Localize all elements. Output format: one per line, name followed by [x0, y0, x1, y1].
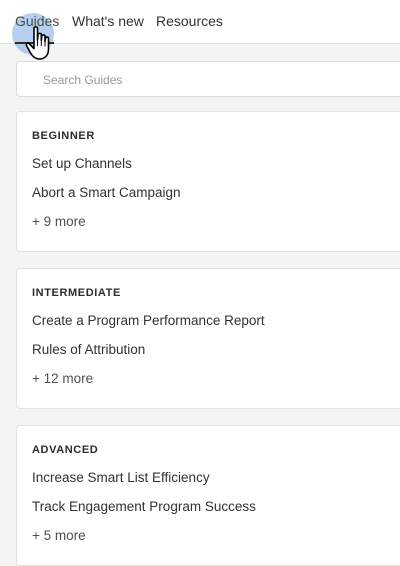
guide-link[interactable]: Set up Channels: [32, 156, 132, 171]
guide-link[interactable]: Increase Smart List Efficiency: [32, 470, 210, 485]
show-more-link[interactable]: + 9 more: [32, 214, 86, 229]
search-box[interactable]: [16, 61, 400, 98]
search-input[interactable]: [41, 62, 385, 98]
section-card-intermediate: INTERMEDIATE Create a Program Performanc…: [16, 268, 400, 409]
guide-link[interactable]: Rules of Attribution: [32, 342, 145, 357]
tab-resources[interactable]: Resources: [156, 13, 223, 29]
section-title: INTERMEDIATE: [32, 287, 121, 299]
section-card-beginner: BEGINNER Set up Channels Abort a Smart C…: [16, 111, 400, 252]
top-nav: Guides What's new Resources: [0, 0, 400, 55]
show-more-link[interactable]: + 5 more: [32, 528, 86, 543]
show-more-link[interactable]: + 12 more: [32, 371, 93, 386]
section-title: ADVANCED: [32, 444, 99, 456]
guide-link[interactable]: Abort a Smart Campaign: [32, 185, 181, 200]
guide-link[interactable]: Create a Program Performance Report: [32, 313, 265, 328]
guide-link[interactable]: Track Engagement Program Success: [32, 499, 256, 514]
section-title: BEGINNER: [32, 130, 95, 142]
tab-whats-new[interactable]: What's new: [72, 13, 144, 29]
hand-cursor-icon: [25, 26, 50, 60]
